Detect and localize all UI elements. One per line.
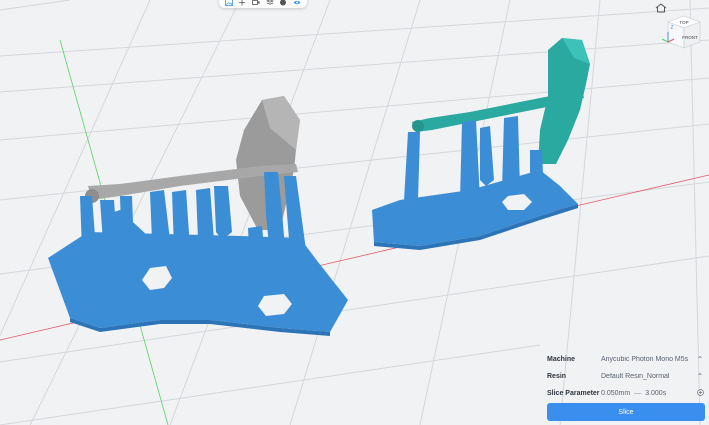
resin-row[interactable]: Resin Default Resin_Normal ⌃: [547, 369, 705, 383]
layer-height-value: 0.050mm: [601, 389, 631, 397]
sphere-icon[interactable]: [279, 0, 288, 6]
machine-row[interactable]: Machine Anycubic Photon Mono M5s ⌃: [547, 352, 705, 366]
teal-model-pivot: [412, 120, 424, 132]
param-separator: —: [634, 389, 642, 397]
slice-parameter-label: Slice Parameter: [547, 389, 600, 397]
machine-label: Machine: [547, 355, 576, 363]
exposure-value: 3.000s: [645, 389, 667, 397]
slice-settings-panel: Machine Anycubic Photon Mono M5s ⌃ Resin…: [541, 349, 709, 425]
chevron-up-icon[interactable]: ⌃: [695, 355, 705, 364]
image-icon[interactable]: [224, 0, 233, 6]
translate-icon[interactable]: [238, 0, 247, 6]
top-toolbar: [219, 0, 307, 8]
slice-button[interactable]: Slice: [547, 403, 705, 421]
layers-icon[interactable]: [265, 0, 274, 6]
slice-parameter-value: 0.050mm —3.000s: [601, 390, 695, 397]
slice-parameter-row[interactable]: Slice Parameter 0.050mm —3.000s: [547, 386, 705, 400]
machine-value: Anycubic Photon Mono M5s: [601, 355, 689, 363]
chevron-up-icon[interactable]: ⌃: [695, 372, 705, 381]
resin-value: Default Resin_Normal: [601, 372, 670, 380]
view-cube-axis-label: Z: [670, 25, 673, 31]
camera-icon[interactable]: [252, 0, 261, 6]
model-right[interactable]: [372, 38, 590, 250]
resin-label: Resin: [547, 372, 567, 380]
home-icon[interactable]: [655, 0, 667, 13]
view-cube-top-label: TOP: [679, 20, 688, 25]
add-parameter-icon[interactable]: [695, 388, 705, 398]
eye-icon[interactable]: [293, 0, 302, 6]
view-cube-front-label: FRONT: [682, 35, 698, 40]
view-cube[interactable]: TOP FRONT Z: [658, 12, 704, 54]
